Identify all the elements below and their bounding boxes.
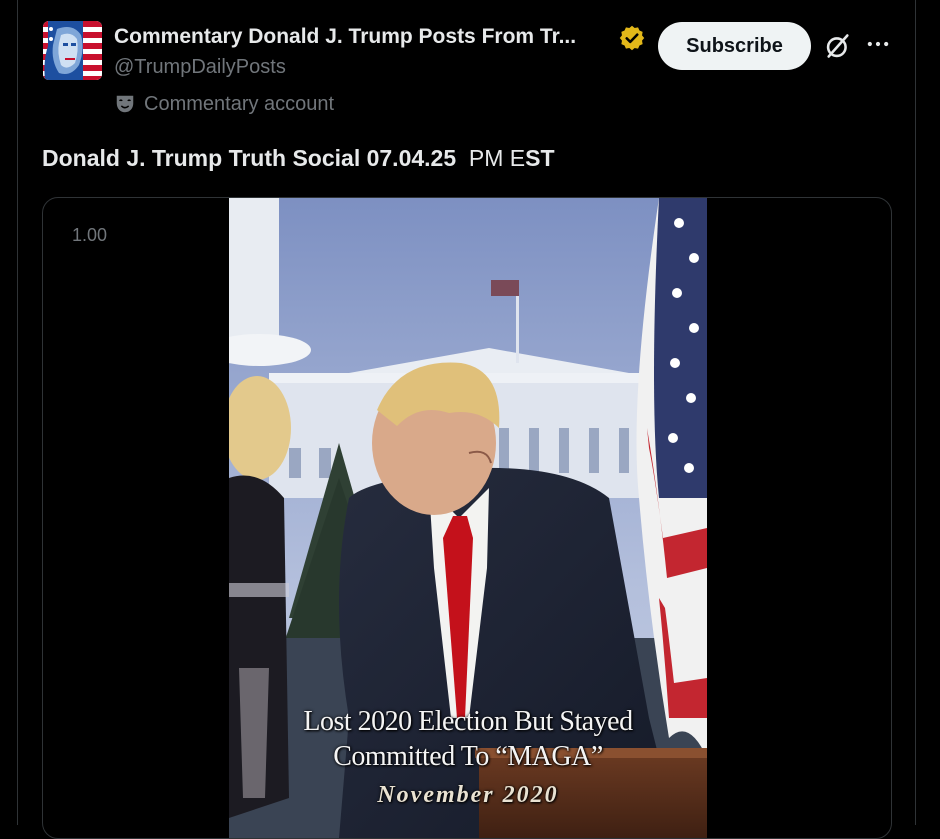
account-label-row: Commentary account [114, 91, 334, 117]
playback-speed[interactable]: 1.00 [72, 225, 107, 246]
author-handle[interactable]: @TrumpDailyPosts [114, 56, 286, 79]
post-text-title: Donald J. Trump Truth Social 07.04.25 [42, 145, 457, 171]
video-caption-line-3: November 2020 [377, 782, 559, 808]
post-text: Donald J. Trump Truth Social 07.04.25 PM… [42, 145, 555, 172]
video-caption-line-2: Committed To “MAGA” [333, 741, 603, 772]
avatar-image [43, 21, 102, 80]
video-frame[interactable]: Lost 2020 Election But Stayed Committed … [229, 198, 707, 838]
column-border-right [915, 0, 916, 825]
subscribe-button[interactable]: Subscribe [658, 22, 811, 70]
author-name[interactable]: Commentary Donald J. Trump Posts From Tr… [114, 25, 610, 49]
verified-badge-icon[interactable] [618, 24, 646, 52]
video-caption-line-1: Lost 2020 Election But Stayed [303, 706, 633, 737]
more-options-icon[interactable] [864, 30, 892, 58]
theater-mask-icon [116, 95, 134, 113]
post-text-st: ST [525, 145, 555, 171]
video-player[interactable]: 1.00 Lost 2020 Election But Stayed Commi… [42, 197, 892, 839]
account-label: Commentary account [144, 92, 335, 115]
post-text-pm: PM E [468, 145, 526, 171]
avatar[interactable] [43, 21, 102, 80]
column-border-left [17, 0, 18, 825]
grok-icon[interactable] [824, 32, 852, 60]
